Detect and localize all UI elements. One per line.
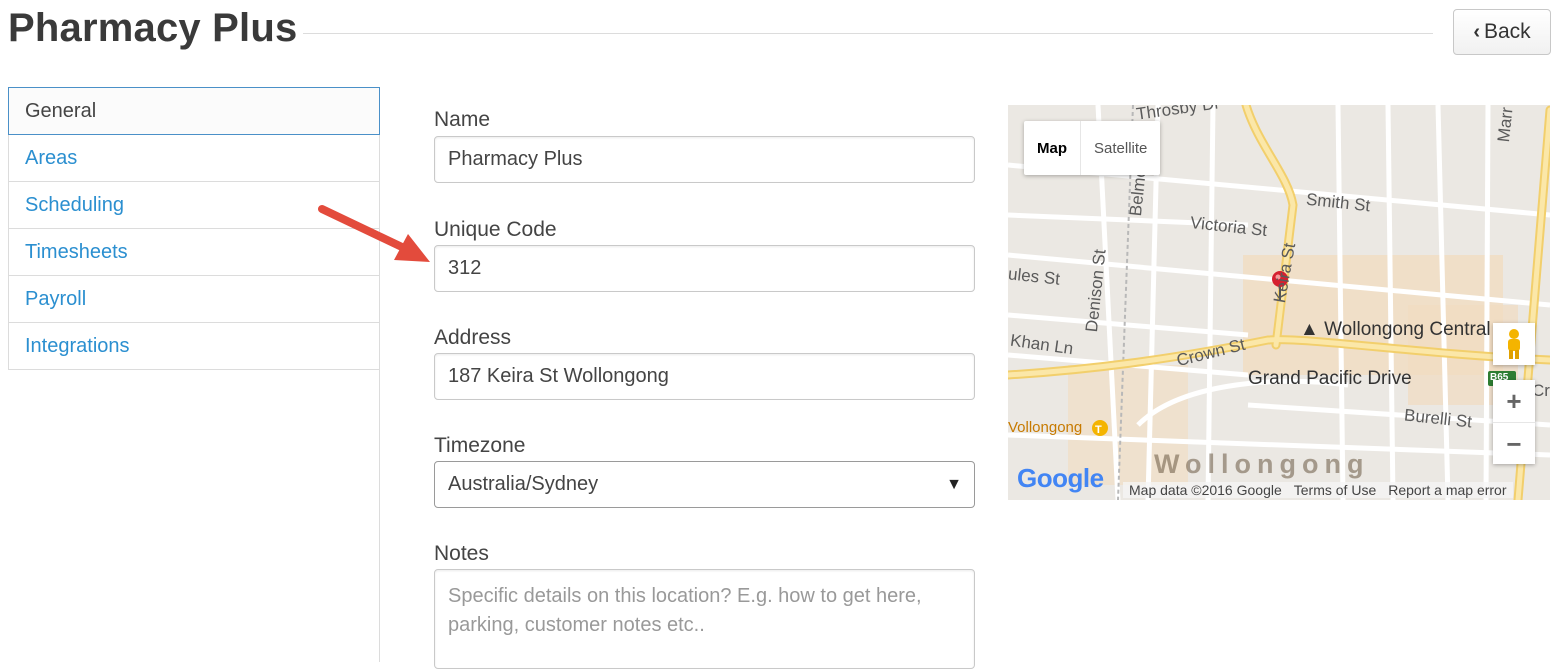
svg-text:T: T — [1095, 424, 1102, 436]
address-label: Address — [434, 326, 512, 349]
location-map[interactable]: T Throsby Dr Smith St Victoria St Belmor… — [1008, 105, 1550, 500]
sidebar-divider — [379, 367, 380, 662]
annotation-arrow-icon — [318, 205, 430, 262]
chevron-left-icon: ‹ — [1473, 20, 1480, 43]
sidebar-item-general[interactable]: General — [8, 87, 380, 135]
zoom-in-button[interactable]: + — [1493, 380, 1535, 423]
map-label-grand-pacific: Grand Pacific Drive — [1248, 368, 1412, 389]
map-label-marr: Marr — [1494, 106, 1517, 143]
address-field[interactable]: 187 Keira St Wollongong — [434, 353, 975, 400]
unique-code-label: Unique Code — [434, 218, 557, 241]
map-type-satellite-button[interactable]: Satellite — [1081, 121, 1160, 175]
timezone-value: Australia/Sydney — [448, 473, 599, 495]
map-label-central: ▲ Wollongong Central — [1300, 319, 1491, 340]
map-label-station: Vollongong — [1008, 419, 1083, 436]
timezone-label: Timezone — [434, 434, 526, 457]
sidebar-item-areas[interactable]: Areas — [8, 135, 380, 182]
map-footer: Map data ©2016 Google Terms of Use Repor… — [1123, 479, 1513, 500]
name-field[interactable]: Pharmacy Plus — [434, 136, 975, 183]
map-data-attribution: Map data ©2016 Google — [1123, 481, 1288, 498]
timezone-select[interactable]: Australia/Sydney ▼ — [434, 461, 975, 508]
terms-of-use-link[interactable]: Terms of Use — [1287, 481, 1383, 498]
map-type-control: Map Satellite — [1024, 121, 1161, 175]
map-type-map-button[interactable]: Map — [1024, 121, 1081, 175]
street-view-icon[interactable] — [1493, 323, 1535, 365]
back-button-label: Back — [1483, 20, 1531, 43]
caret-down-icon: ▼ — [946, 475, 962, 493]
google-logo: Google — [1017, 463, 1104, 493]
sidebar-item-integrations[interactable]: Integrations — [8, 323, 380, 370]
zoom-out-button[interactable]: − — [1493, 423, 1535, 465]
unique-code-field[interactable]: 312 — [434, 245, 975, 292]
notes-textarea[interactable]: Specific details on this location? E.g. … — [434, 569, 975, 669]
report-map-error-link[interactable]: Report a map error — [1382, 481, 1513, 498]
notes-label: Notes — [434, 542, 489, 565]
title-divider — [303, 33, 1433, 34]
sidebar-item-payroll[interactable]: Payroll — [8, 276, 380, 323]
page-title: Pharmacy Plus — [8, 6, 298, 50]
notes-placeholder: Specific details on this location? E.g. … — [448, 585, 922, 636]
back-button[interactable]: ‹ Back — [1453, 9, 1551, 55]
zoom-control: + − — [1493, 380, 1535, 464]
map-label-city: Wollongong — [1154, 449, 1370, 479]
name-label: Name — [434, 108, 491, 131]
